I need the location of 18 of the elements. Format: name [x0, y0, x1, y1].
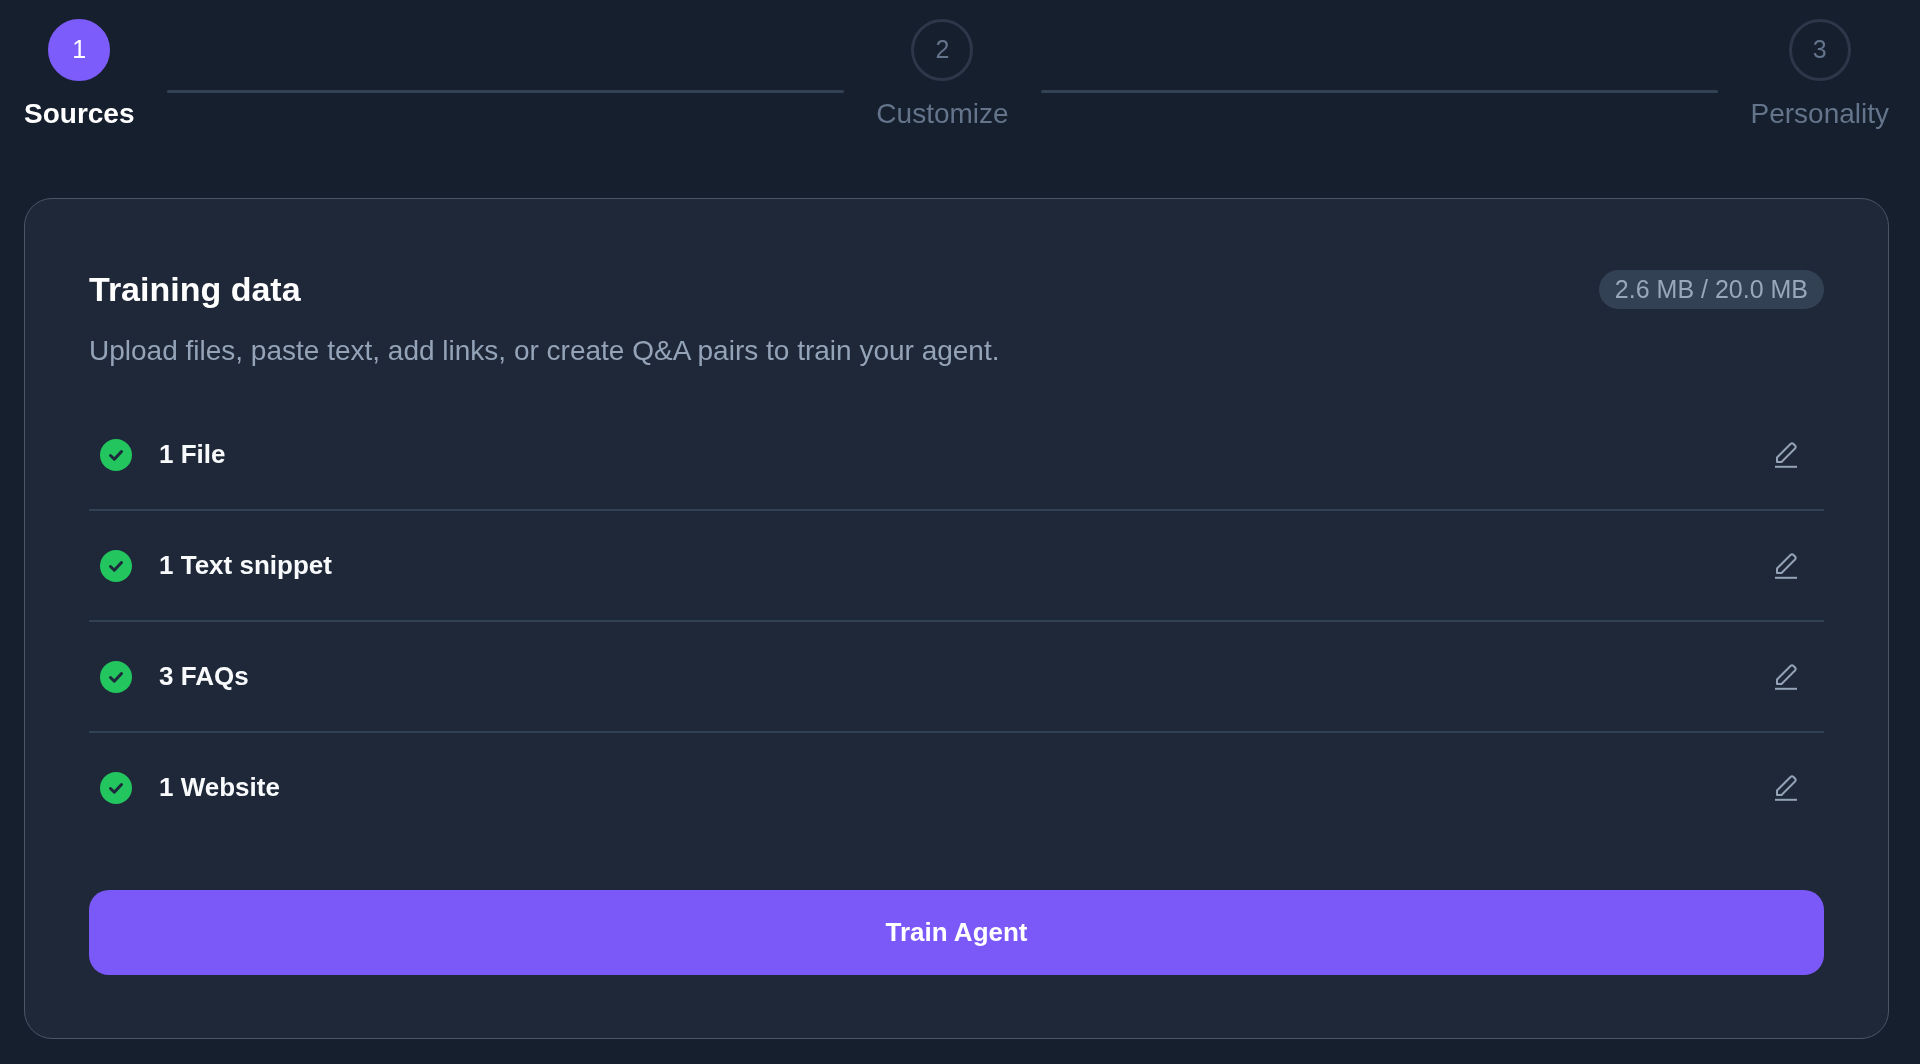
edit-icon[interactable]: [1774, 663, 1798, 690]
source-label: 1 Text snippet: [159, 549, 332, 582]
card-title: Training data: [89, 269, 301, 309]
step-label: Customize: [876, 97, 1009, 131]
step-number: 3: [1788, 19, 1851, 81]
storage-usage: 2.6 MB / 20.0 MB: [1598, 269, 1824, 309]
source-label: 1 Website: [159, 771, 280, 804]
edit-icon[interactable]: [1774, 441, 1798, 468]
edit-icon[interactable]: [1774, 552, 1798, 579]
edit-icon[interactable]: [1774, 774, 1798, 801]
step-number: 1: [48, 19, 111, 81]
train-agent-button[interactable]: Train Agent: [89, 890, 1824, 975]
source-label: 1 File: [159, 438, 226, 471]
step-label: Sources: [24, 97, 135, 131]
card-description: Upload files, paste text, add links, or create Q&A pairs to train your agent.: [89, 334, 1001, 368]
step-number: 2: [911, 19, 974, 81]
source-label: 3 FAQs: [159, 660, 249, 693]
step-label: Personality: [1750, 97, 1889, 131]
